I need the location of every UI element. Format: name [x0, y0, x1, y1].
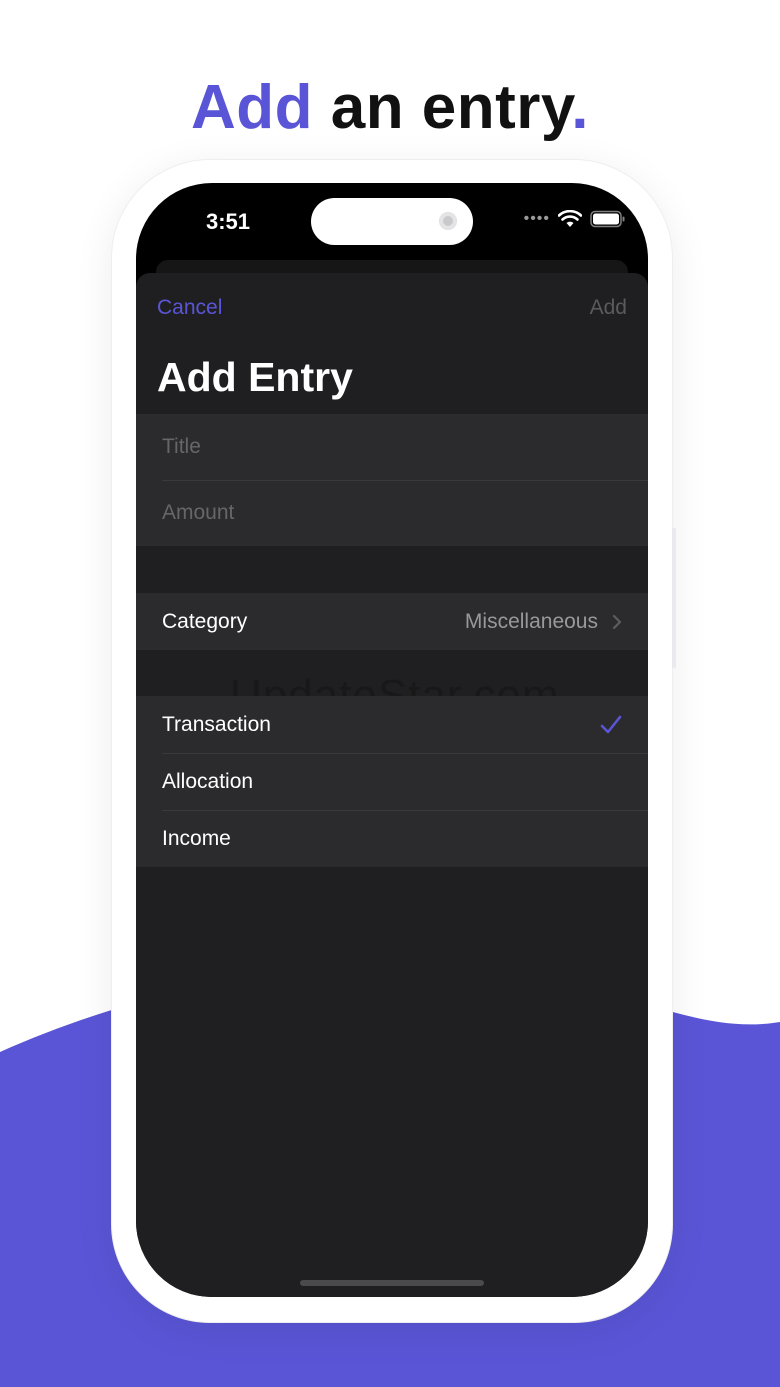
side-button [672, 528, 676, 668]
category-group: Category Miscellaneous [136, 593, 648, 650]
category-value: Miscellaneous [464, 609, 598, 633]
text-fields-group: Title Amount [136, 414, 648, 546]
checkmark-icon [600, 715, 622, 733]
headline-text: an entry [312, 73, 572, 142]
headline-period: . [571, 73, 590, 142]
entry-type-allocation[interactable]: Allocation [136, 753, 648, 810]
category-value-wrap: Miscellaneous [465, 610, 622, 634]
headline-accent-word: Add [190, 73, 313, 142]
entry-type-label: Income [162, 826, 231, 850]
entry-type-transaction[interactable]: Transaction [136, 696, 648, 753]
cancel-button[interactable]: Cancel [157, 296, 222, 320]
add-button[interactable]: Add [590, 296, 627, 320]
amount-placeholder: Amount [162, 501, 235, 524]
checkmark-wrap [600, 715, 622, 735]
title-field[interactable]: Title [136, 414, 648, 480]
chevron-right-icon [612, 614, 622, 629]
promo-headline: Add an entry. [0, 72, 780, 143]
home-indicator[interactable] [300, 1280, 484, 1286]
battery-icon [590, 210, 625, 228]
amount-field[interactable]: Amount [136, 480, 648, 546]
category-label: Category [162, 609, 248, 633]
phone-frame: 3:51 •••• Cancel Add Add Entry Title Amo… [112, 160, 676, 1322]
title-placeholder: Title [162, 435, 201, 458]
dynamic-island [311, 198, 473, 245]
entry-type-group: Transaction Allocation Income [136, 696, 648, 867]
camera-icon [439, 212, 457, 230]
wifi-icon [558, 210, 582, 227]
signal-dots: •••• [523, 210, 550, 227]
entry-type-income[interactable]: Income [136, 810, 648, 867]
status-icons: •••• [524, 210, 626, 228]
entry-type-label: Transaction [162, 712, 271, 736]
phone-screen: 3:51 •••• Cancel Add Add Entry Title Amo… [136, 183, 648, 1297]
sheet-title: Add Entry [157, 354, 353, 400]
entry-type-label: Allocation [162, 769, 254, 793]
status-time: 3:51 [206, 209, 251, 234]
category-row[interactable]: Category Miscellaneous [136, 593, 648, 650]
